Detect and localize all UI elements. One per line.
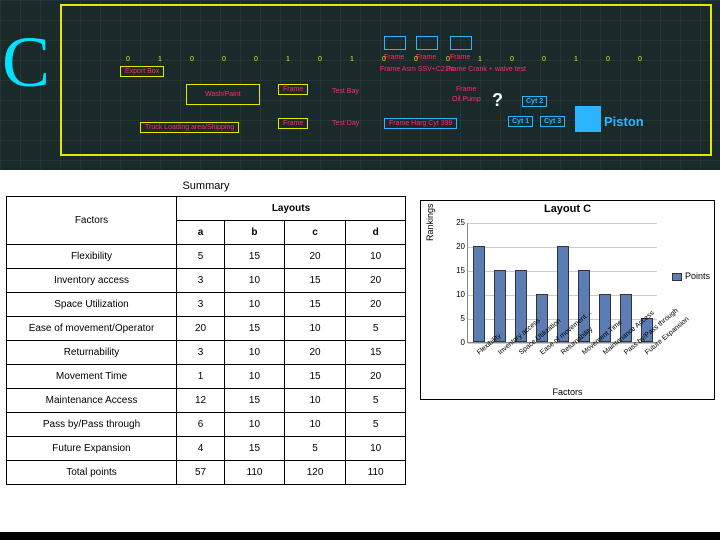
chart-ytick: 10 [451,290,465,299]
table-row: Future Expansion415510 [7,437,406,461]
chart-layout-c: Layout C Rankings Points Factors 0510152… [420,200,715,400]
label-test-bay: Test Bay [332,88,359,95]
table-row: Movement Time1101520 [7,365,406,389]
table-row: Space Utilization3101520 [7,293,406,317]
label-truck-loading: Truck Loading area/Shipping [140,122,239,133]
table-row: Maintenance Access1215105 [7,389,406,413]
label-cyt1: Cyt 1 [508,116,533,127]
chart-bar [494,270,506,342]
summary-title: Summary [6,180,406,192]
label-frame-crank: Frame Crank + walve test [446,66,526,73]
label-export-box: Export Box [120,66,164,77]
th-col-a: a [177,221,225,245]
th-col-b: b [225,221,285,245]
summary-panel: Summary Factors Layouts a b c d Flexibil… [0,170,720,540]
layout-letter: C [2,34,50,92]
label-oil-pump: Oil Pump [452,96,481,103]
th-layouts: Layouts [177,197,406,221]
th-col-d: d [346,221,406,245]
chart-ytick: 25 [451,218,465,227]
chart-ytick: 15 [451,266,465,275]
label-frame-1: Frame [278,84,308,95]
table-row: Pass by/Pass through610105 [7,413,406,437]
chart-ytick: 5 [451,314,465,323]
label-frame-harg: Frame Harg Cyt 399 [384,118,457,129]
label-frame-2: Frame [278,118,308,129]
table-row: Ease of movement/Operator2015105 [7,317,406,341]
summary-table: Factors Layouts a b c d Flexibility51520… [6,196,406,485]
chart-legend: Points [672,271,710,281]
label-frame-mid: Frame [456,86,476,93]
table-row: Inventory access3101520 [7,269,406,293]
th-factors: Factors [7,197,177,245]
cad-floorplan: C Export Box Wash/Paint Truck Loading ar… [0,0,720,170]
label-cyt3: Cyt 3 [540,116,565,127]
table-row-total: Total points57110120110 [7,461,406,485]
chart-ylabel: Rankings [425,203,435,241]
bottom-border [0,532,720,540]
question-mark: ? [492,90,503,111]
chart-bar [473,246,485,342]
table-row: Flexibility5152010 [7,245,406,269]
label-test-day: Test Day [332,120,359,127]
label-piston: Piston [604,114,644,129]
label-wash-paint: Wash/Paint [186,84,260,105]
th-col-c: c [284,221,345,245]
label-cyt2: Cyt 2 [522,96,547,107]
chart-xlabel: Factors [421,387,714,397]
chart-ytick: 0 [451,338,465,347]
label-frame-asm: Frame Asm SSV+C21N [380,66,454,73]
chart-ytick: 20 [451,242,465,251]
table-row: Returnability3102015 [7,341,406,365]
